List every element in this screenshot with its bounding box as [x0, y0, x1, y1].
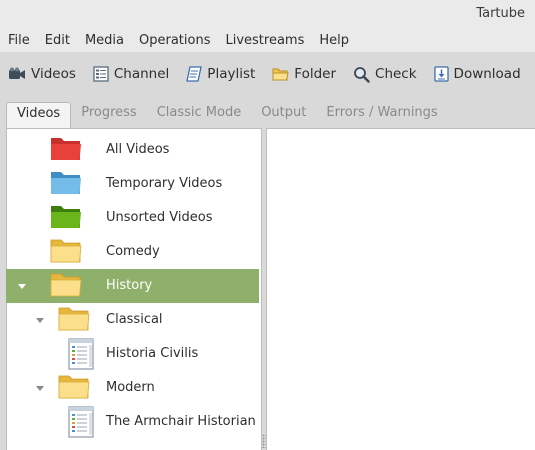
tab-output[interactable]: Output	[251, 102, 316, 128]
video-camera-icon	[9, 67, 25, 79]
tree-item-classical[interactable]: Classical	[6, 303, 259, 337]
tree-item-unsorted-videos[interactable]: Unsorted Videos	[6, 201, 259, 235]
yellow-folder-icon	[58, 375, 90, 399]
yellow-folder-icon	[58, 307, 90, 331]
menu-operations[interactable]: Operations	[139, 33, 210, 48]
tab-classic-mode[interactable]: Classic Mode	[147, 102, 252, 128]
channel-button-label: Channel	[113, 66, 170, 82]
toolbar: Videos Channel Playlist Folder Check Dow…	[0, 52, 535, 96]
check-button[interactable]: Check	[353, 66, 417, 83]
channel-icon	[93, 66, 109, 82]
playlist-button[interactable]: Playlist	[186, 66, 255, 82]
playlist-button-label: Playlist	[207, 66, 256, 82]
download-icon	[433, 66, 449, 82]
playlist-icon	[186, 66, 203, 82]
window-title: Tartube	[476, 6, 525, 21]
menu-media[interactable]: Media	[85, 33, 124, 48]
check-button-label: Check	[375, 66, 417, 82]
tree-item-all-videos[interactable]: All Videos	[6, 133, 259, 167]
title-bar: Tartube	[0, 0, 535, 28]
tree-item-label: The Armchair Historian	[106, 414, 256, 429]
tree-item-temporary-videos[interactable]: Temporary Videos	[6, 167, 259, 201]
yellow-folder-icon	[50, 239, 82, 263]
tree-item-label: History	[106, 278, 153, 293]
folder-icon	[272, 68, 289, 80]
tab-errors-warnings[interactable]: Errors / Warnings	[316, 102, 447, 128]
menu-help[interactable]: Help	[319, 33, 349, 48]
videos-button-label: Videos	[31, 66, 76, 82]
green-folder-icon	[51, 206, 81, 228]
tree-item-label: Historia Civilis	[106, 346, 199, 361]
tree-item-label: Modern	[106, 380, 155, 395]
menu-livestreams[interactable]: Livestreams	[225, 33, 304, 48]
yellow-folder-icon	[50, 273, 82, 297]
expander-down-icon[interactable]	[35, 383, 45, 393]
tree-item-history[interactable]: History	[6, 269, 259, 303]
blue-folder-icon	[51, 172, 81, 194]
download-button[interactable]: Download	[433, 66, 521, 82]
menu-edit[interactable]: Edit	[45, 33, 70, 48]
check-icon	[354, 66, 370, 83]
red-folder-icon	[51, 138, 81, 160]
folder-button-label: Folder	[294, 66, 337, 82]
tree-item-the-armchair-historian[interactable]: The Armchair Historian	[6, 405, 259, 439]
menu-file[interactable]: File	[8, 33, 30, 48]
videos-button[interactable]: Videos	[8, 66, 76, 82]
channel-list-icon	[68, 406, 94, 438]
download-button-label: Download	[453, 66, 521, 82]
tab-videos[interactable]: Videos	[6, 102, 72, 128]
notebook-tabs: Videos Progress Classic Mode Output Erro…	[0, 100, 535, 128]
menu-bar: File Edit Media Operations Livestreams H…	[0, 28, 535, 52]
tree-item-label: Classical	[106, 312, 163, 327]
channel-button[interactable]: Channel	[93, 66, 169, 82]
tree-item-label: Unsorted Videos	[106, 210, 213, 225]
tree-item-modern[interactable]: Modern	[6, 371, 259, 405]
expander-down-icon[interactable]	[17, 281, 27, 291]
tree-item-label: Temporary Videos	[106, 176, 223, 191]
expander-down-icon[interactable]	[35, 315, 45, 325]
video-list-pane	[266, 128, 535, 450]
tree-item-historia-civilis[interactable]: Historia Civilis	[6, 337, 259, 371]
channel-list-icon	[68, 338, 94, 370]
tree-item-label: All Videos	[106, 142, 170, 157]
folder-button[interactable]: Folder	[272, 66, 336, 82]
tree-item-label: Comedy	[106, 244, 160, 259]
tab-progress[interactable]: Progress	[71, 102, 146, 128]
tree-item-comedy[interactable]: Comedy	[6, 235, 259, 269]
